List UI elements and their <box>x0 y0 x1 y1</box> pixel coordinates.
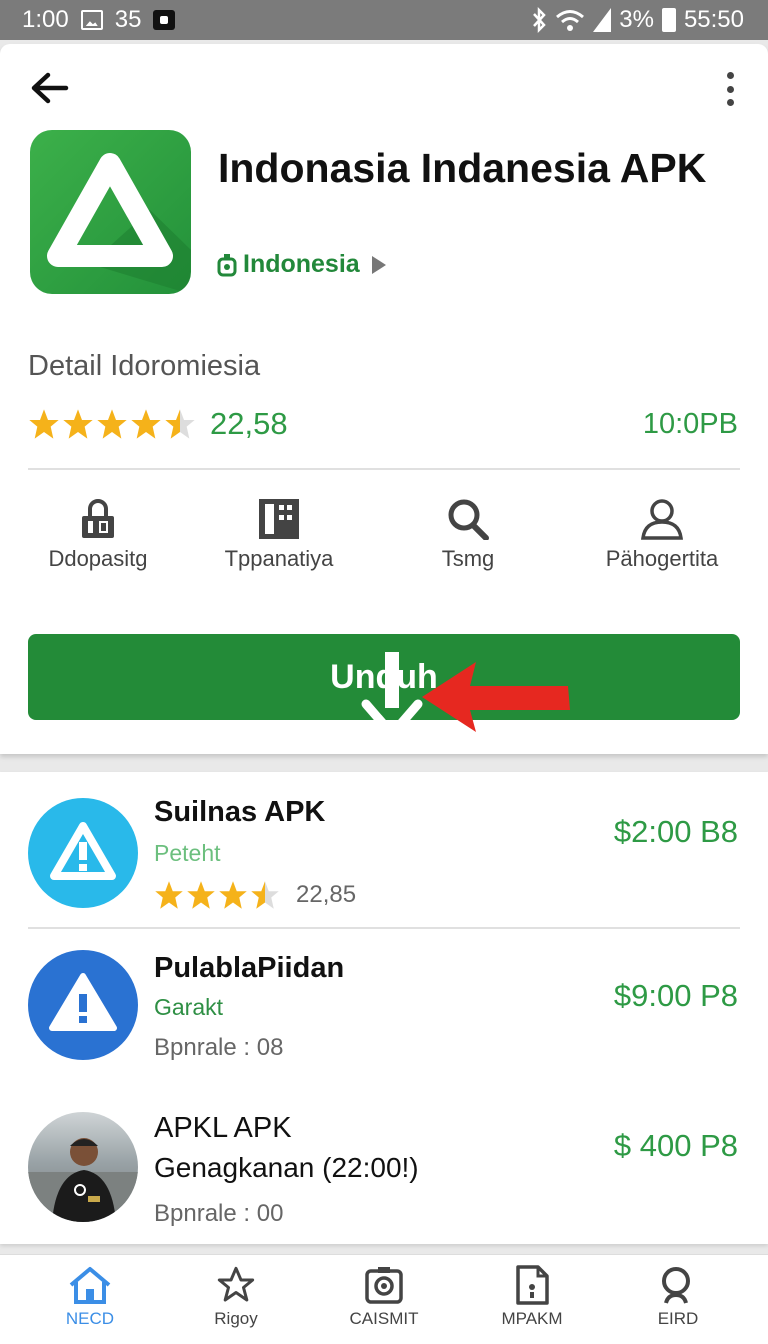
detail-label: Detail Idoromiesia <box>28 350 261 382</box>
feature-label: Pähogertita <box>605 546 719 571</box>
list-item[interactable]: PulablaPiidan Garakt Bpnrale : 08 $9:00 … <box>0 928 768 1088</box>
app-notification-icon <box>153 10 176 30</box>
item-meta: Bpnrale : 08 <box>154 1034 283 1062</box>
download-arrow-icon <box>361 652 423 738</box>
item-category: Peteht <box>154 840 221 866</box>
camera-icon <box>365 1267 403 1304</box>
feature-permissions[interactable]: Pähogertita <box>572 498 752 572</box>
warning-icon <box>49 973 117 1031</box>
developer-badge-icon <box>217 253 237 276</box>
status-bar: 1:00 35 3% 55:50 <box>0 0 768 40</box>
nav-label: MPAKM <box>501 1309 563 1328</box>
image-notification-icon <box>80 10 103 30</box>
star-icon <box>63 409 93 439</box>
bluetooth-icon <box>533 7 546 33</box>
search-icon <box>662 1267 690 1304</box>
notification-count: 35 <box>114 6 142 33</box>
document-icon <box>516 1265 549 1305</box>
feature-label: Tsmg <box>441 546 495 571</box>
list-item[interactable]: APKL APK Genagkanan (22:00!) Bpnrale : 0… <box>0 1090 768 1244</box>
nav-label: NECD <box>65 1309 115 1328</box>
user-avatar <box>28 1112 138 1222</box>
item-price: $ 400 P8 <box>613 1128 738 1163</box>
status-time: 1:00 <box>22 6 69 33</box>
item-price: $2:00 B8 <box>613 814 738 849</box>
star-icon <box>131 409 161 439</box>
feature-layout[interactable]: Tppanatiya <box>189 498 369 572</box>
dot <box>726 85 734 93</box>
star-icon <box>219 881 247 909</box>
item-name: APKL APK <box>154 1112 292 1144</box>
app-item-icon <box>28 950 138 1060</box>
half-star-icon <box>165 409 195 439</box>
wifi-icon <box>556 10 585 31</box>
star-icon <box>217 1266 255 1302</box>
app-title: Indonasia Indanesia APK <box>218 145 707 191</box>
feature-label: Ddopasitg <box>48 546 148 571</box>
nav-label: EIRD <box>657 1309 699 1328</box>
item-rating-value: 22,85 <box>296 881 357 908</box>
app-detail-card: Indonasia Indanesia APK Indonesia Detail… <box>0 44 768 754</box>
item-rating: 22,85 <box>154 880 356 910</box>
battery-percent: 3% <box>619 6 654 33</box>
nav-home[interactable]: NECD <box>30 1265 150 1329</box>
item-category: Genagkanan (22:00!) <box>154 1152 419 1183</box>
related-apps-list: Suilnas APK Peteht 22,85 $2:00 B8 Pulabl… <box>0 772 768 1244</box>
person-photo-icon <box>28 1138 138 1222</box>
app-size: 10:0PB <box>642 408 738 440</box>
back-button[interactable] <box>26 66 74 110</box>
star-icon <box>29 409 59 439</box>
item-meta: Bpnrale : 00 <box>154 1200 283 1228</box>
red-pointer-arrow-icon <box>422 662 570 732</box>
feature-security[interactable]: Ddopasitg <box>8 498 188 572</box>
warning-icon <box>50 822 116 880</box>
bottom-navigation: NECD Rigoy CAISMIT MPAKM EIRD <box>0 1254 768 1344</box>
item-meta-value: Bpnrale : 00 <box>154 1200 284 1227</box>
dot <box>726 72 734 79</box>
nav-document[interactable]: MPAKM <box>472 1265 592 1329</box>
item-category: Garakt <box>154 994 224 1020</box>
divider <box>28 468 740 470</box>
search-icon <box>448 499 489 540</box>
lock-icon <box>82 499 114 538</box>
item-name: PulablaPiidan <box>154 952 345 984</box>
star-icon <box>97 409 127 439</box>
developer-link[interactable]: Indonesia <box>217 250 386 279</box>
play-arrow-icon <box>371 255 386 274</box>
person-icon <box>641 499 683 540</box>
item-price: $9:00 P8 <box>613 978 738 1013</box>
nav-camera[interactable]: CAISMIT <box>324 1265 444 1329</box>
app-logo-icon <box>47 153 191 294</box>
feature-search[interactable]: Tsmg <box>378 498 558 572</box>
nav-rating[interactable]: Rigoy <box>176 1265 296 1329</box>
rating-value: 22,58 <box>210 406 288 441</box>
signal-icon <box>593 8 612 32</box>
status-clock: 55:50 <box>683 6 744 33</box>
battery-icon <box>661 8 676 32</box>
star-icon <box>155 881 183 909</box>
list-item[interactable]: Suilnas APK Peteht 22,85 $2:00 B8 <box>0 772 768 926</box>
dot <box>726 99 734 106</box>
developer-name: Indonesia <box>243 250 360 278</box>
half-star-icon <box>251 881 279 909</box>
nav-label: CAISMIT <box>349 1309 419 1328</box>
nav-search[interactable]: EIRD <box>618 1265 738 1329</box>
feature-label: Tppanatiya <box>224 546 334 571</box>
item-name: Suilnas APK <box>154 796 326 828</box>
app-icon <box>30 130 191 294</box>
back-arrow-icon <box>31 72 69 104</box>
app-item-icon <box>28 798 138 908</box>
rating-row: 22,58 <box>28 406 288 442</box>
grid-icon <box>259 499 299 539</box>
star-icon <box>187 881 215 909</box>
home-icon <box>69 1267 111 1304</box>
item-meta-value: Bpnrale : 08 <box>154 1034 284 1061</box>
more-options-button[interactable] <box>720 72 740 106</box>
nav-label: Rigoy <box>214 1309 258 1328</box>
